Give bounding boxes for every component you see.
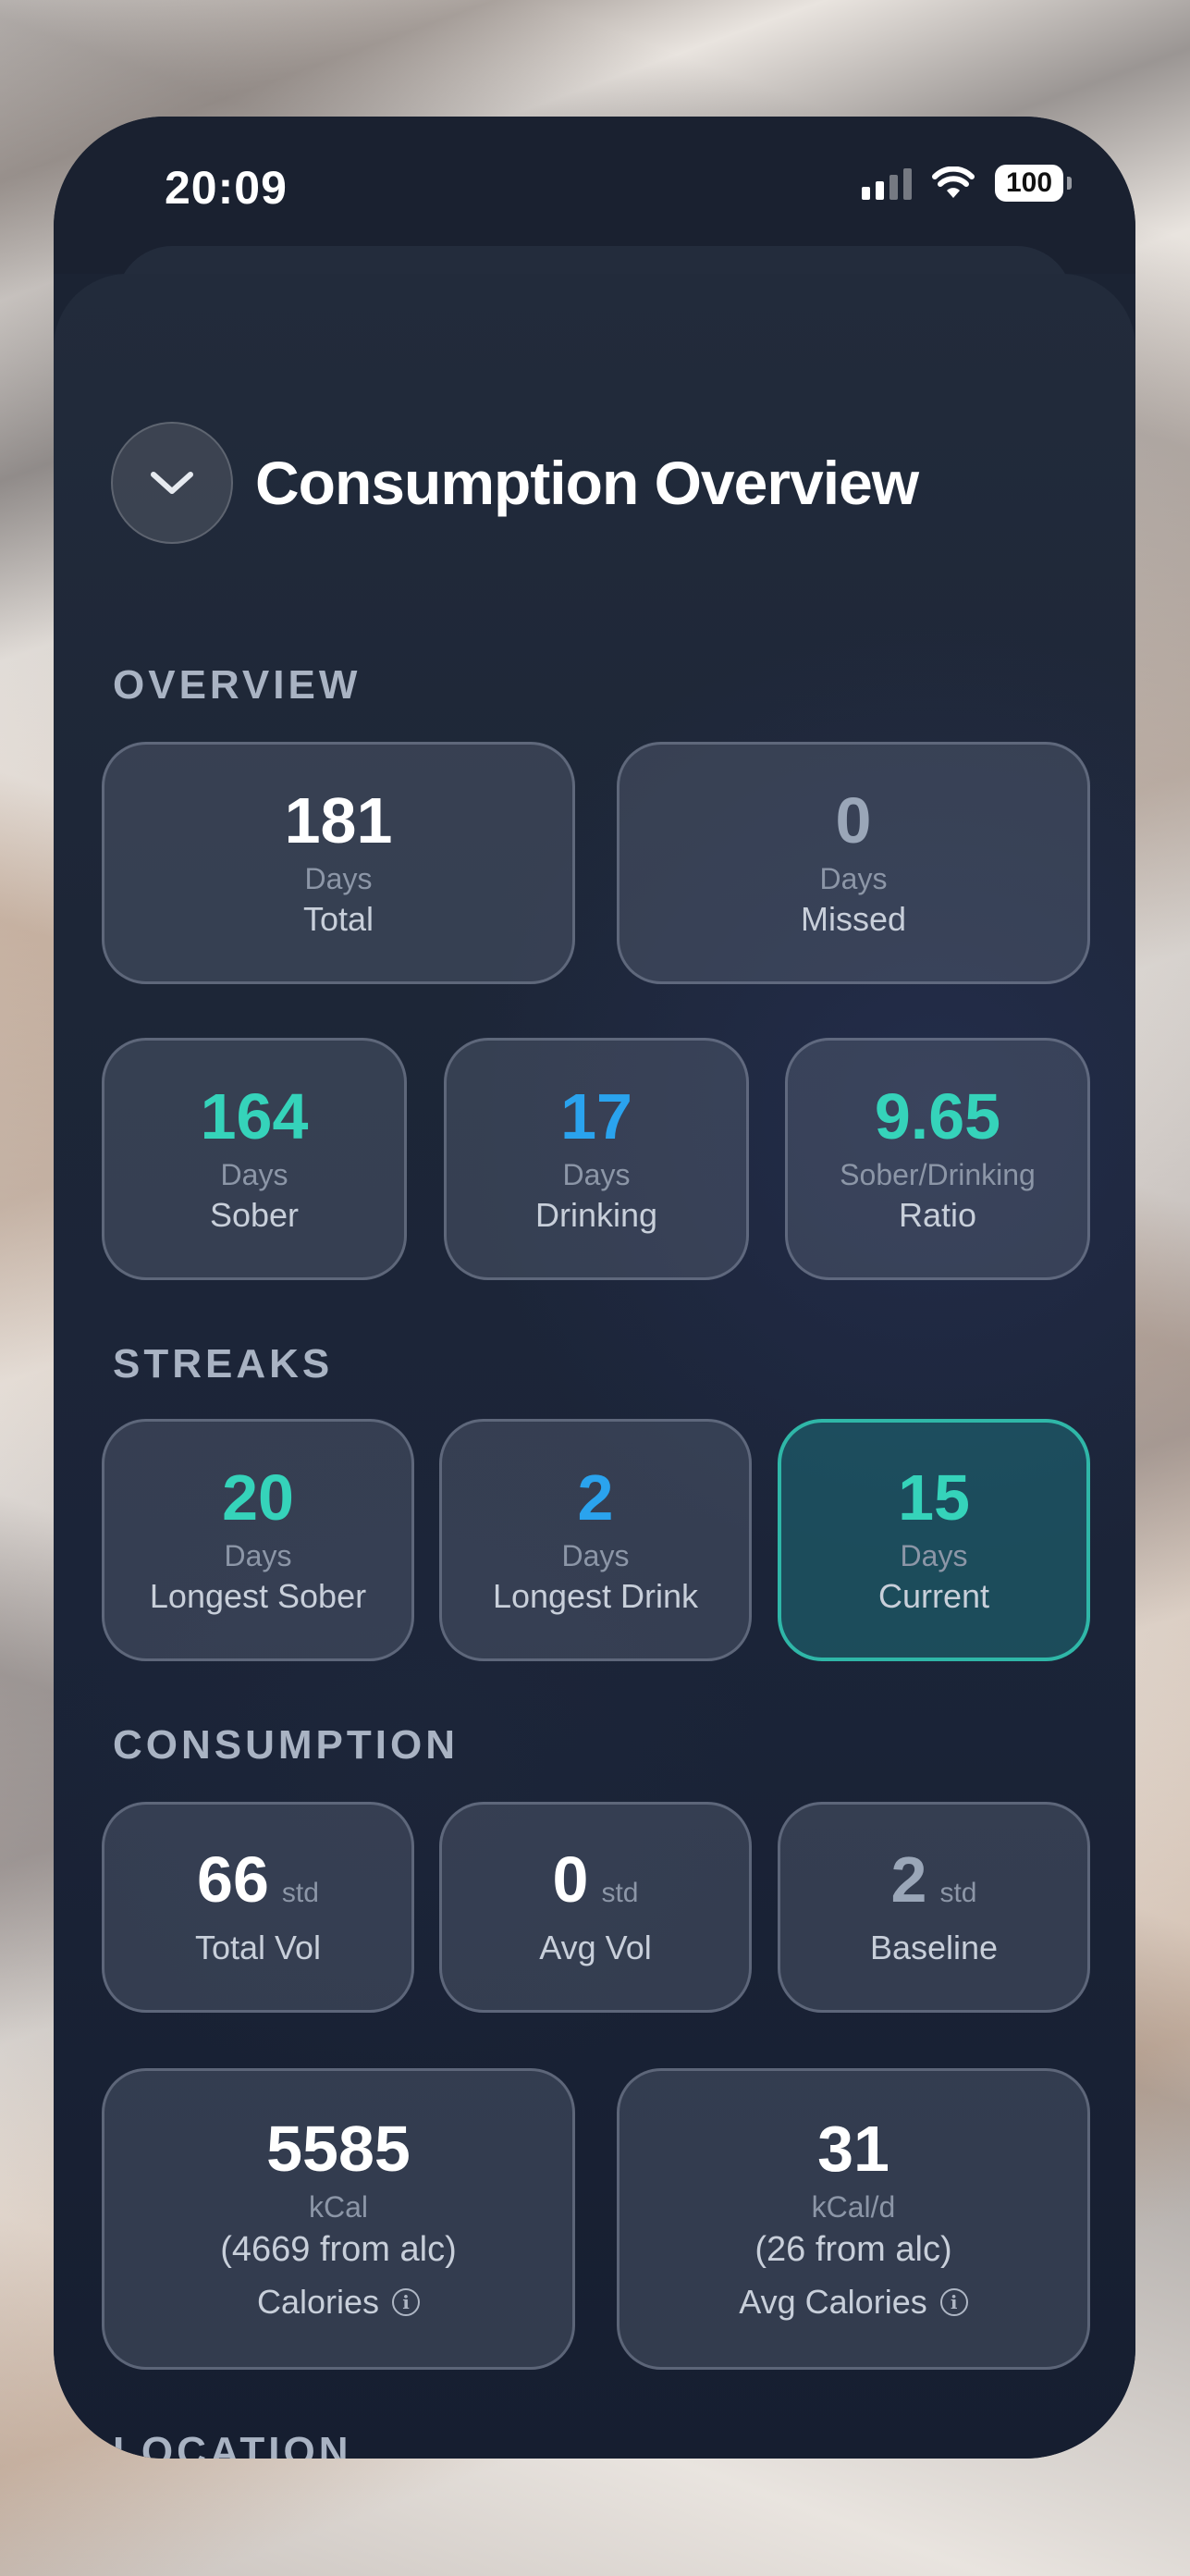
info-icon[interactable]: i bbox=[939, 2288, 968, 2316]
wifi-icon bbox=[932, 166, 975, 198]
stat-value: 164 bbox=[200, 1079, 309, 1152]
stat-value: 2 bbox=[577, 1461, 614, 1534]
stat-value-row: 0 std bbox=[553, 1847, 639, 1912]
stat-unit: kCal/d bbox=[811, 2190, 896, 2224]
stat-value: 0 bbox=[552, 1843, 589, 1916]
stat-unit: Days bbox=[220, 1157, 288, 1191]
section-location-label: LOCATION bbox=[113, 2429, 352, 2459]
stat-unit: Days bbox=[561, 1538, 630, 1572]
stat-detail: (4669 from alc) bbox=[220, 2230, 457, 2269]
consumption-card-avg-vol[interactable]: 0 std Avg Vol bbox=[439, 1802, 752, 2013]
consumption-card-avg-calories[interactable]: 31 kCal/d (26 from alc) Avg Calories i bbox=[617, 2068, 1090, 2370]
section-streaks-label: STREAKS bbox=[113, 1341, 334, 1387]
stat-label: Calories bbox=[256, 2283, 380, 2321]
stat-card-ratio[interactable]: 9.65 Sober/Drinking Ratio bbox=[785, 1038, 1090, 1280]
stat-unit: std bbox=[939, 1878, 977, 1908]
stat-card-drinking[interactable]: 17 Days Drinking bbox=[444, 1038, 749, 1280]
stat-label: Baseline bbox=[869, 1929, 999, 1966]
chevron-down-icon bbox=[151, 472, 193, 494]
section-consumption-label: CONSUMPTION bbox=[113, 1722, 459, 1768]
stat-label: Ratio bbox=[898, 1195, 977, 1234]
stat-value: 66 bbox=[197, 1843, 269, 1916]
stat-value: 20 bbox=[222, 1461, 294, 1534]
stat-label: Sober bbox=[209, 1195, 300, 1234]
phone-screen: 20:09 100 Consumption Overview OVERVIEW … bbox=[54, 117, 1135, 2459]
collapse-button[interactable] bbox=[111, 422, 233, 544]
stat-unit: kCal bbox=[308, 2190, 368, 2224]
stat-value: 9.65 bbox=[874, 1079, 1001, 1152]
stat-value: 181 bbox=[284, 783, 393, 857]
stat-unit: Days bbox=[304, 861, 373, 895]
streak-card-longest-sober[interactable]: 20 Days Longest Sober bbox=[102, 1419, 414, 1661]
stat-unit: Sober/Drinking bbox=[840, 1157, 1036, 1191]
stat-value: 31 bbox=[817, 2113, 889, 2185]
stat-card-total[interactable]: 181 Days Total bbox=[102, 742, 575, 984]
stat-label-row: Calories i bbox=[256, 2283, 421, 2322]
stat-unit: Days bbox=[562, 1157, 631, 1191]
streak-card-current[interactable]: 15 Days Current bbox=[778, 1419, 1090, 1661]
stat-unit: Days bbox=[900, 1538, 968, 1572]
stat-value: 0 bbox=[835, 783, 872, 857]
stat-label: Avg Calories bbox=[739, 2283, 927, 2321]
consumption-card-calories[interactable]: 5585 kCal (4669 from alc) Calories i bbox=[102, 2068, 575, 2370]
status-time: 20:09 bbox=[165, 162, 288, 214]
stat-unit: std bbox=[281, 1878, 319, 1908]
section-overview-label: OVERVIEW bbox=[113, 662, 362, 708]
stat-label: Total Vol bbox=[194, 1929, 322, 1966]
stat-card-missed[interactable]: 0 Days Missed bbox=[617, 742, 1090, 984]
consumption-card-total-vol[interactable]: 66 std Total Vol bbox=[102, 1802, 414, 2013]
stat-value: 17 bbox=[560, 1079, 632, 1152]
streak-card-longest-drink[interactable]: 2 Days Longest Drink bbox=[439, 1419, 752, 1661]
consumption-card-baseline[interactable]: 2 std Baseline bbox=[778, 1802, 1090, 2013]
stat-unit: Days bbox=[224, 1538, 292, 1572]
stat-card-sober[interactable]: 164 Days Sober bbox=[102, 1038, 407, 1280]
stat-value: 2 bbox=[890, 1843, 927, 1916]
stat-unit: Days bbox=[819, 861, 888, 895]
stat-label: Longest Drink bbox=[492, 1576, 699, 1615]
stat-value: 15 bbox=[898, 1461, 970, 1534]
status-icons: 100 bbox=[862, 165, 1072, 202]
page-title: Consumption Overview bbox=[255, 449, 919, 517]
stat-value-row: 2 std bbox=[891, 1847, 977, 1912]
stat-label: Drinking bbox=[534, 1195, 658, 1234]
stat-label-row: Avg Calories i bbox=[739, 2283, 968, 2322]
stat-label: Missed bbox=[800, 899, 907, 938]
stat-label: Longest Sober bbox=[149, 1576, 367, 1615]
stat-value: 5585 bbox=[266, 2113, 411, 2185]
stat-label: Total bbox=[302, 899, 374, 938]
stat-label: Avg Vol bbox=[539, 1929, 652, 1966]
info-icon[interactable]: i bbox=[392, 2288, 421, 2316]
stat-detail: (26 from alc) bbox=[754, 2230, 952, 2269]
sheet-header: Consumption Overview bbox=[111, 422, 919, 544]
cellular-signal-icon bbox=[862, 166, 912, 200]
stat-label: Current bbox=[877, 1576, 990, 1615]
stat-unit: std bbox=[601, 1878, 639, 1908]
stat-value-row: 66 std bbox=[197, 1847, 319, 1912]
battery-icon: 100 bbox=[995, 165, 1072, 202]
